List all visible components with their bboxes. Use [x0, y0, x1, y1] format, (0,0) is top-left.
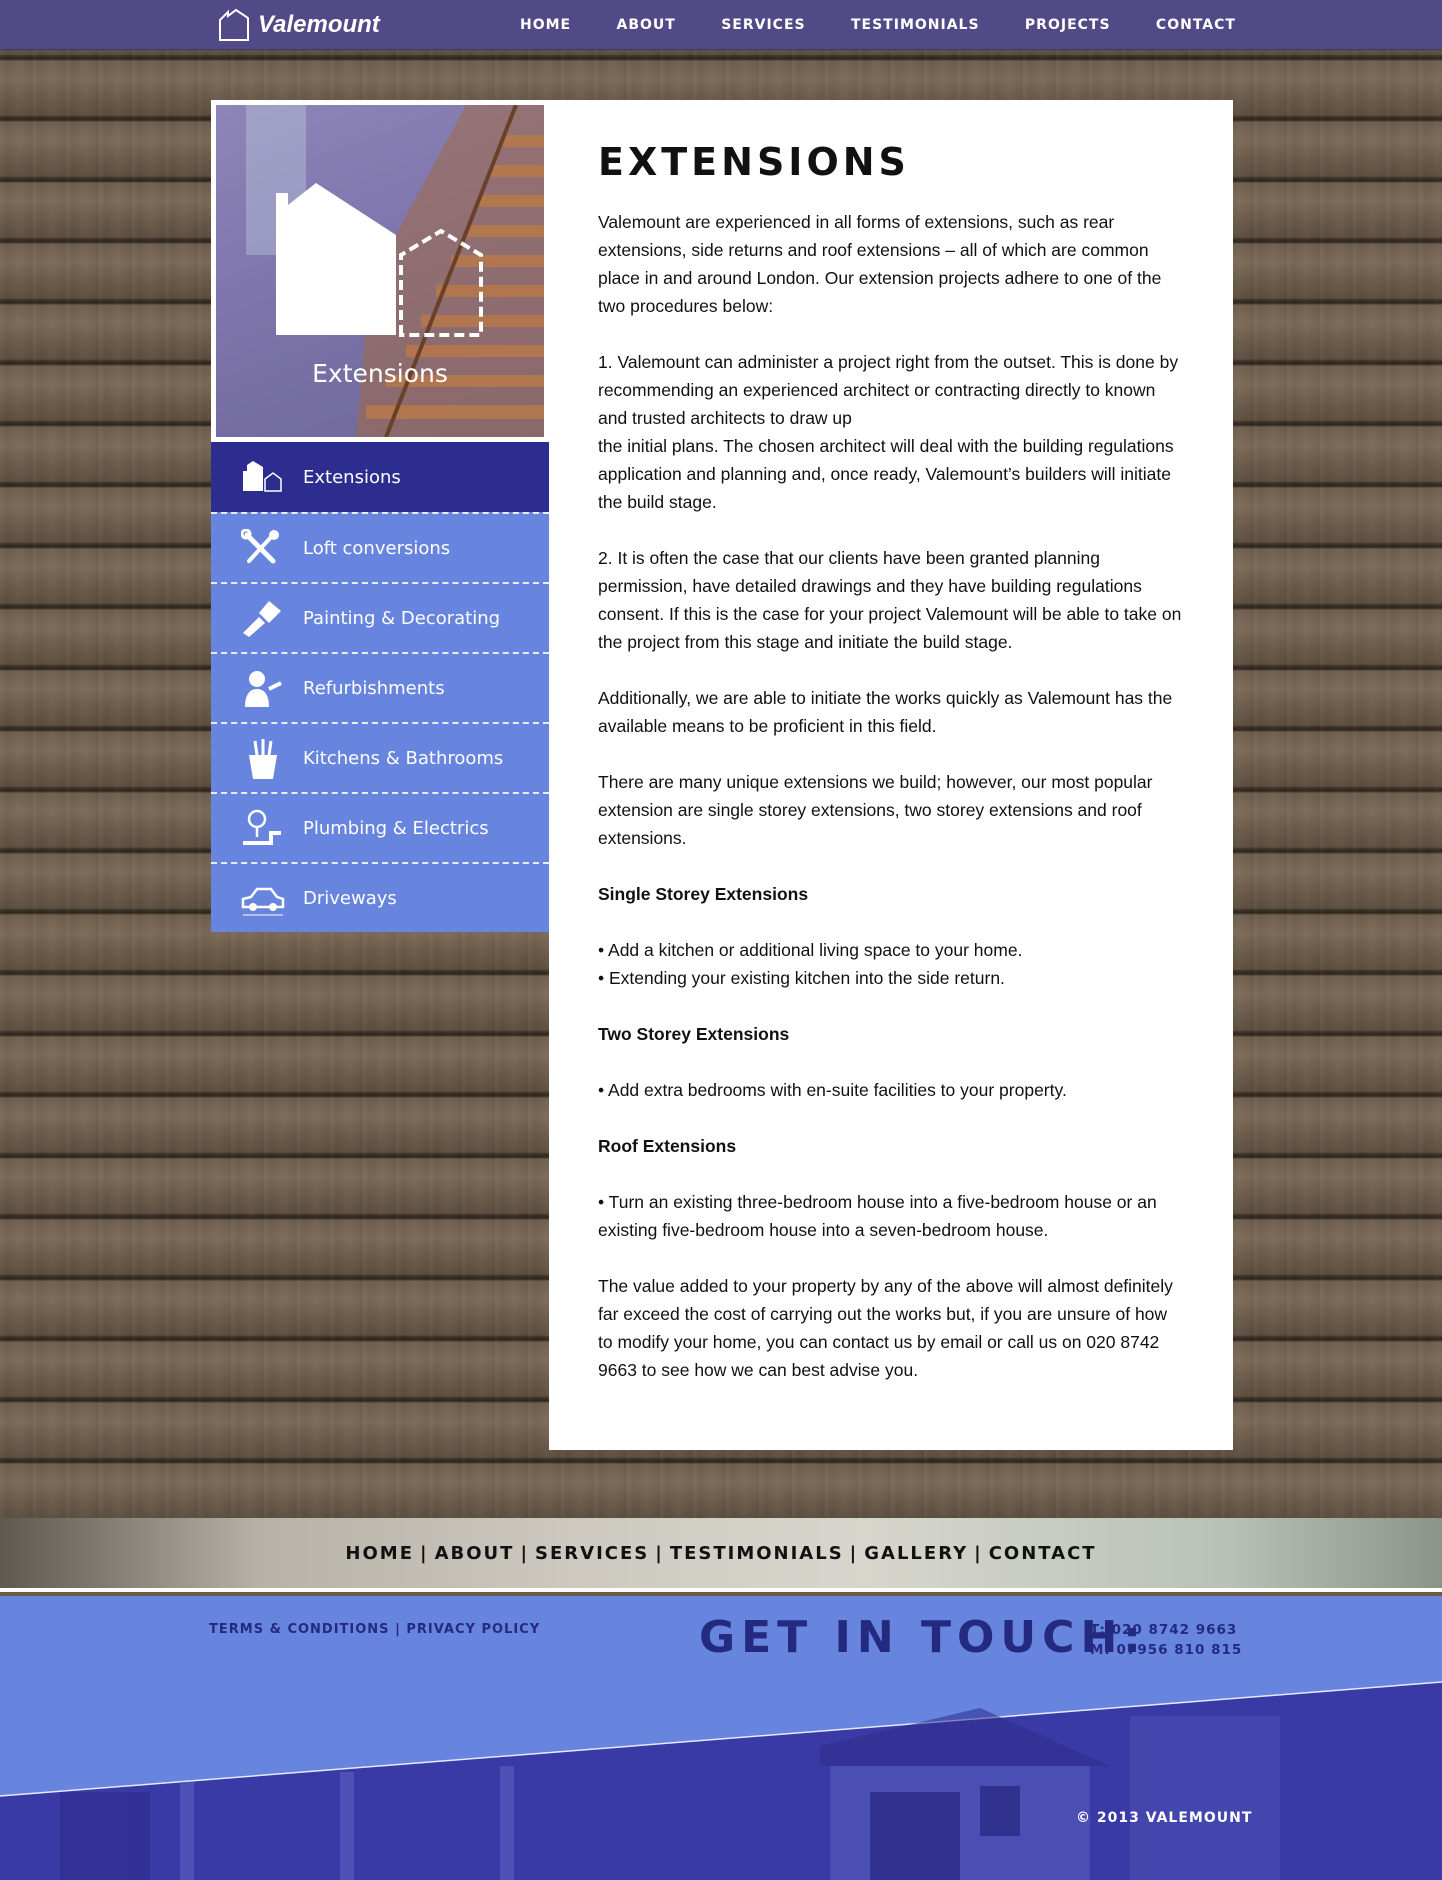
bulb-pipe-icon [243, 809, 281, 845]
sidebar-item-refurbishments[interactable]: Refurbishments [211, 652, 549, 722]
sidebar-item-loft-conversions[interactable]: Loft conversions [211, 512, 549, 582]
sidebar-item-extensions[interactable]: Extensions [211, 442, 549, 512]
footer-nav-strip: HOME | ABOUT | SERVICES | TESTIMONIALS |… [0, 1518, 1442, 1592]
terms-link[interactable]: TERMS & CONDITIONS [209, 1622, 390, 1637]
sidebar-item-label: Driveways [303, 887, 397, 909]
legal-links: TERMS & CONDITIONS | PRIVACY POLICY [209, 1622, 540, 1637]
intro-paragraph: Valemount are experienced in all forms o… [598, 212, 1162, 316]
roof-extensions-heading: Roof Extensions [598, 1136, 737, 1156]
phone-mobile[interactable]: M: 07956 810 815 [1090, 1640, 1242, 1660]
procedure-two-paragraph: 2. It is often the case that our clients… [598, 548, 1182, 652]
sidebar-item-plumbing-electrics[interactable]: Plumbing & Electrics [211, 792, 549, 862]
additional-paragraph: Additionally, we are able to initiate th… [598, 688, 1173, 736]
sidebar-item-label: Kitchens & Bathrooms [303, 747, 504, 769]
list-item: • Add a kitchen or additional living spa… [598, 940, 1023, 960]
contact-phones: T: 020 8742 9663 M: 07956 810 815 [1090, 1620, 1242, 1660]
list-item: • Extending your existing kitchen into t… [598, 968, 1005, 988]
footer-nav-gallery[interactable]: GALLERY [864, 1543, 968, 1564]
sidebar-item-painting-decorating[interactable]: Painting & Decorating [211, 582, 549, 652]
sidebar-item-label: Plumbing & Electrics [303, 817, 489, 839]
hero-caption: Extensions [312, 359, 448, 388]
nav-about[interactable]: ABOUT [617, 17, 676, 33]
logo[interactable]: Valemount [218, 8, 380, 42]
footer-nav-home[interactable]: HOME [345, 1543, 414, 1564]
single-storey-list: • Add a kitchen or additional living spa… [598, 936, 1183, 992]
copyright: © 2013 VALEMOUNT [1076, 1810, 1253, 1826]
phone-telephone[interactable]: T: 020 8742 9663 [1090, 1620, 1242, 1640]
utensils-icon [249, 739, 277, 779]
footer-nav-about[interactable]: ABOUT [435, 1543, 515, 1564]
car-icon [241, 887, 285, 916]
procedure-one-part-a: 1. Valemount can administer a project ri… [598, 352, 1179, 428]
separator: | [420, 1542, 429, 1564]
separator: | [520, 1542, 530, 1564]
get-in-touch-heading: GET IN TOUCH: [699, 1612, 1147, 1663]
procedure-one-part-b: the initial plans. The chosen architect … [598, 436, 1174, 512]
nav-testimonials[interactable]: TESTIMONIALS [851, 17, 980, 33]
services-sidebar: Extensions Loft conversions Painting & D… [211, 442, 549, 932]
page-title: EXTENSIONS [598, 140, 910, 184]
separator: | [849, 1542, 859, 1564]
main-content: EXTENSIONS Valemount are experienced in … [549, 100, 1233, 1450]
sidebar-item-label: Extensions [303, 466, 401, 488]
footer-nav-testimonials[interactable]: TESTIMONIALS [670, 1543, 844, 1564]
paintbrush-icon [243, 601, 281, 637]
footer: TERMS & CONDITIONS | PRIVACY POLICY GET … [0, 1596, 1442, 1880]
sidebar-item-driveways[interactable]: Driveways [211, 862, 549, 932]
procedure-one-paragraph: 1. Valemount can administer a project ri… [598, 348, 1183, 516]
list-item: • Turn an existing three-bedroom house i… [598, 1192, 1157, 1240]
two-storey-heading: Two Storey Extensions [598, 1024, 790, 1044]
nav-projects[interactable]: PROJECTS [1025, 17, 1111, 33]
logo-text: Valemount [258, 11, 380, 38]
house-icon [243, 461, 282, 492]
privacy-link[interactable]: PRIVACY POLICY [406, 1622, 540, 1637]
popular-extensions-paragraph: There are many unique extensions we buil… [598, 772, 1153, 848]
sidebar-item-label: Refurbishments [303, 677, 445, 699]
separator: | [395, 1622, 401, 1637]
tools-icon [241, 529, 279, 564]
nav-services[interactable]: SERVICES [721, 17, 805, 33]
top-nav-bar: Valemount HOME ABOUT SERVICES TESTIMONIA… [0, 0, 1442, 50]
closing-paragraph: The value added to your property by any … [598, 1276, 1173, 1380]
nav-contact[interactable]: CONTACT [1156, 17, 1236, 33]
hero-image-inner: Extensions [216, 105, 544, 437]
separator: | [655, 1542, 664, 1564]
separator: | [974, 1542, 983, 1564]
sidebar-item-label: Painting & Decorating [303, 607, 501, 629]
house-logo-icon [219, 8, 249, 41]
single-storey-heading: Single Storey Extensions [598, 884, 809, 904]
nav-home[interactable]: HOME [520, 17, 571, 33]
hero-image: Extensions [211, 100, 549, 442]
footer-nav-services[interactable]: SERVICES [535, 1543, 649, 1564]
main-nav: HOME ABOUT SERVICES TESTIMONIALS PROJECT… [520, 0, 1236, 50]
worker-icon [245, 671, 282, 707]
footer-nav: HOME | ABOUT | SERVICES | TESTIMONIALS |… [345, 1543, 1096, 1564]
footer-nav-contact[interactable]: CONTACT [989, 1543, 1097, 1564]
list-item: • Add extra bedrooms with en-suite facil… [598, 1080, 1067, 1100]
sidebar-item-label: Loft conversions [303, 537, 451, 559]
sidebar-item-kitchens-bathrooms[interactable]: Kitchens & Bathrooms [211, 722, 549, 792]
